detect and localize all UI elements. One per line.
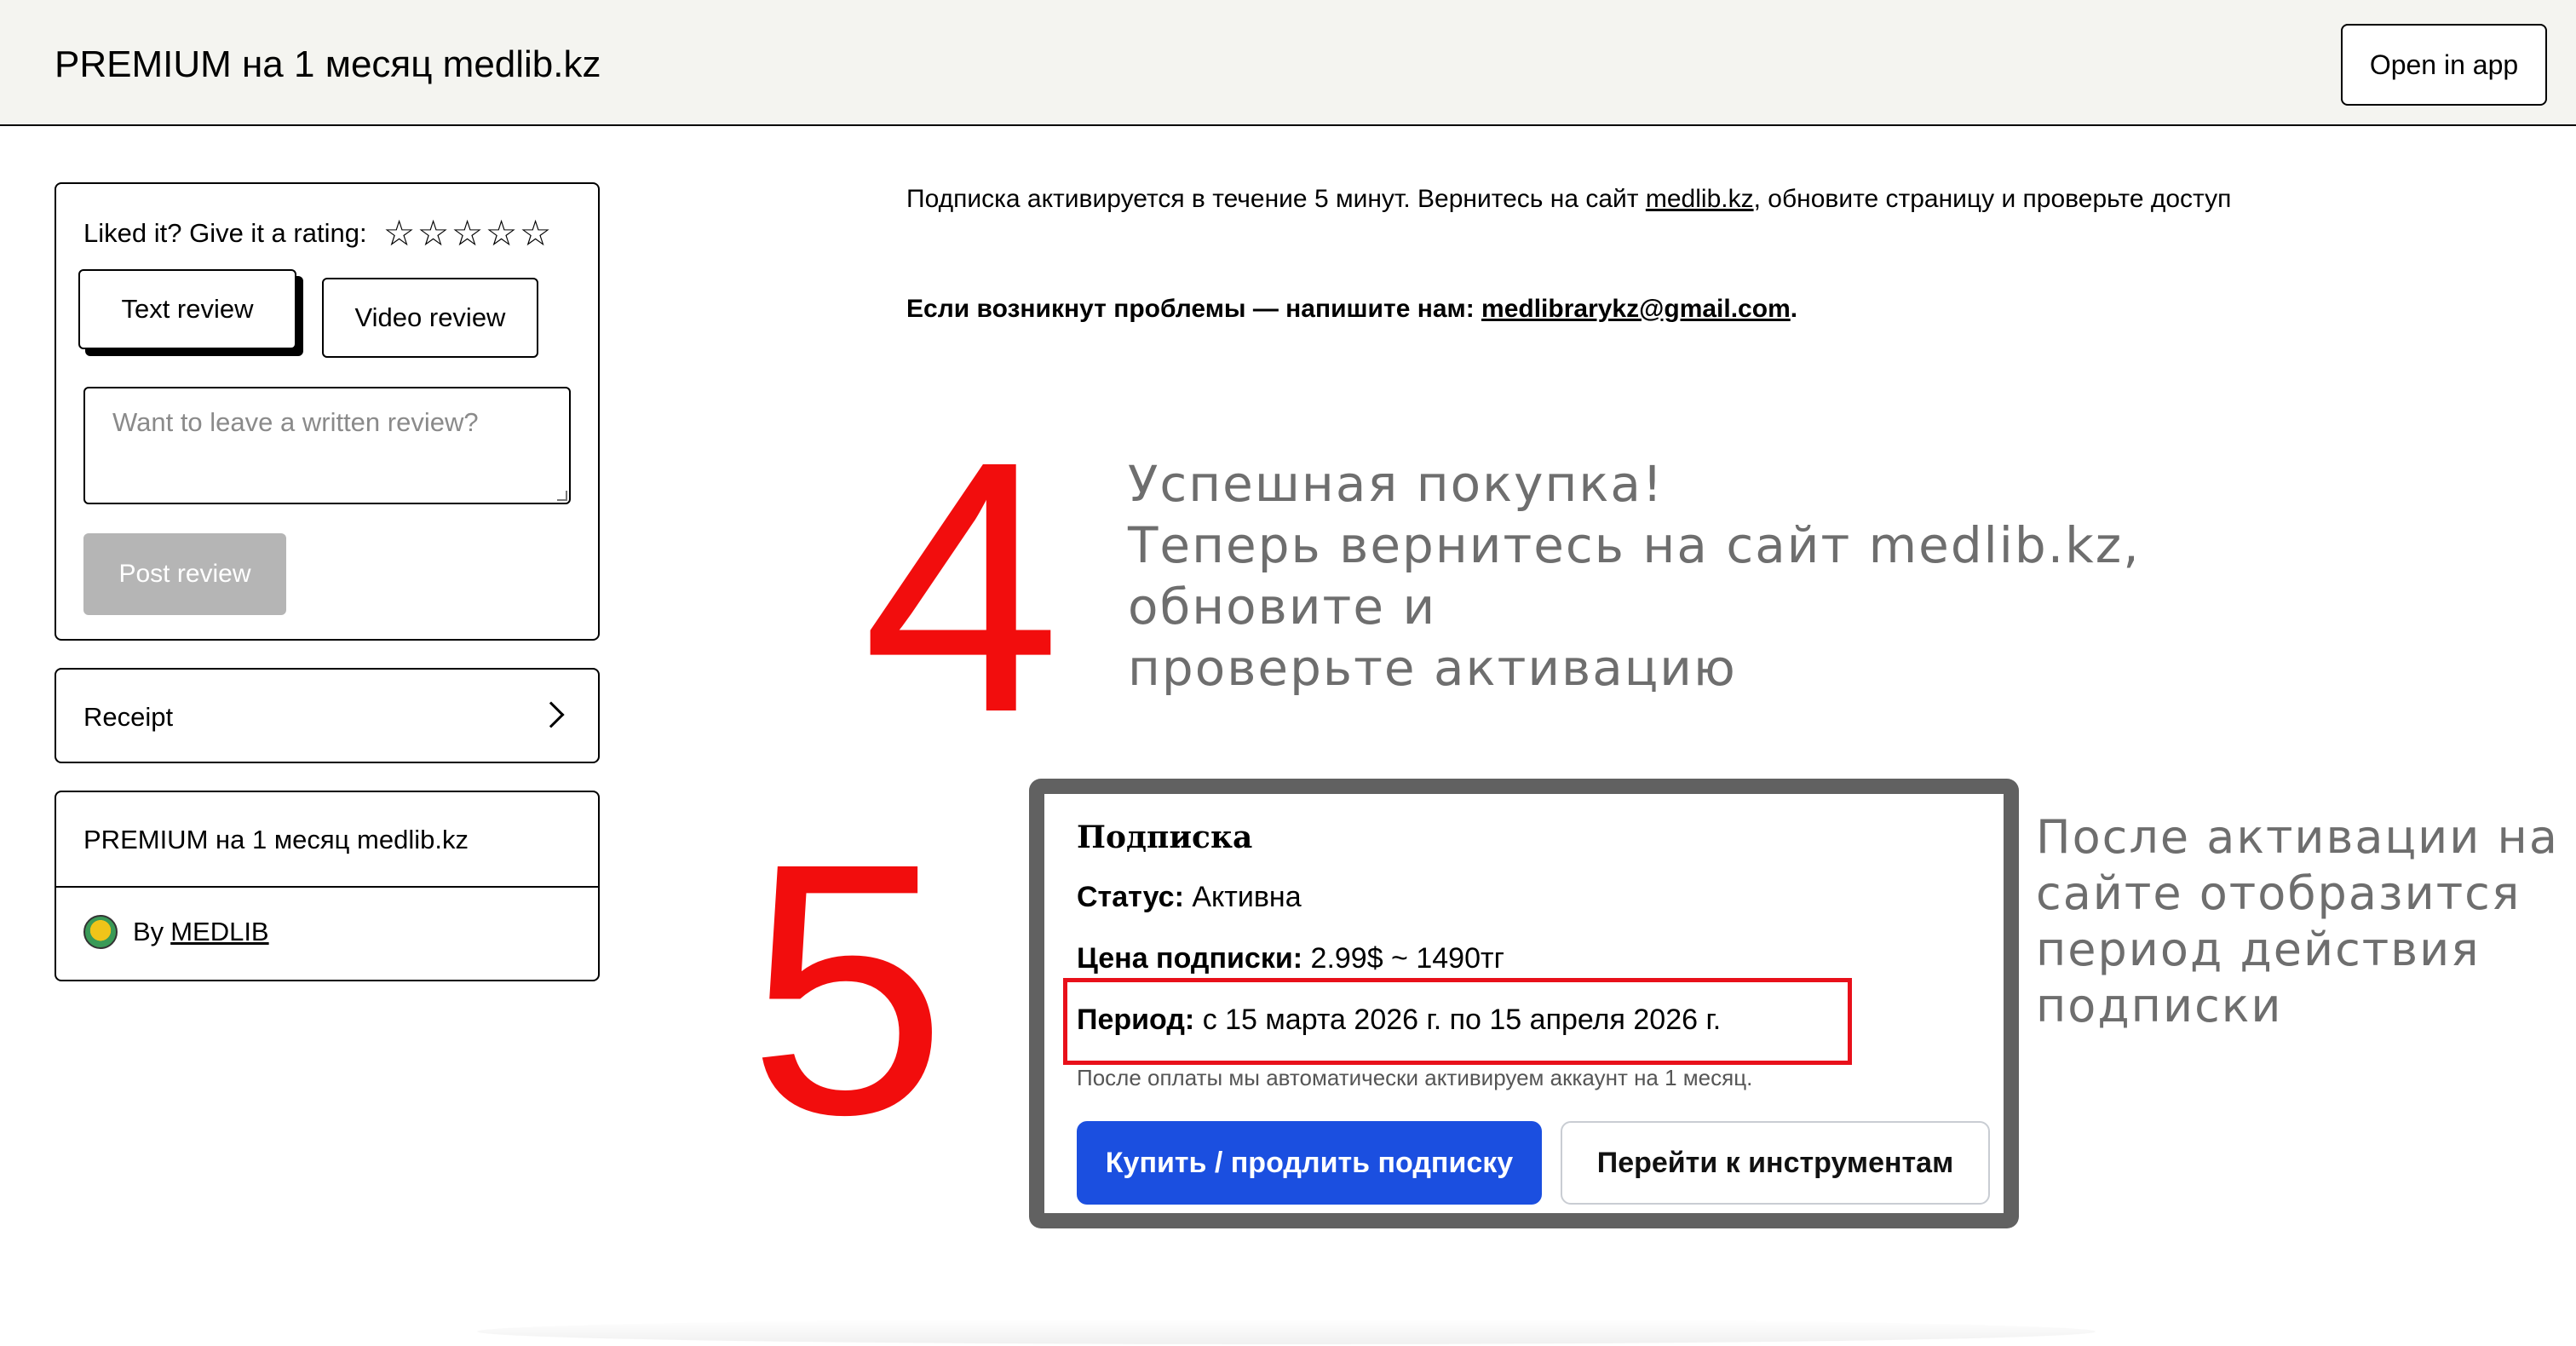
top-bar: PREMIUM на 1 месяц medlib.kz Open in app	[0, 0, 2576, 126]
seller-avatar	[83, 915, 118, 949]
video-review-tab[interactable]: Video review	[322, 278, 538, 358]
subscription-note: После оплаты мы автоматически активируем…	[1077, 1065, 1753, 1090]
star-icon[interactable]: ☆	[382, 215, 417, 252]
success-line: обновите и	[1128, 578, 1437, 636]
text-review-tab[interactable]: Text review	[78, 269, 296, 349]
subscription-panel: Подписка Статус: Активна Цена подписки: …	[1029, 779, 2019, 1228]
bottom-shadow	[477, 1319, 2096, 1344]
buy-subscription-button[interactable]: Купить / продлить подписку	[1077, 1121, 1542, 1205]
receipt-link[interactable]: Receipt	[55, 668, 600, 763]
step-4-number: 4	[862, 388, 1061, 787]
open-in-app-button[interactable]: Open in app	[2341, 24, 2547, 106]
support-suffix: .	[1790, 295, 1798, 323]
info-text-part1: Подписка активируется в течение 5 минут.…	[906, 185, 1646, 213]
success-line: Успешная покупка!	[1128, 455, 1665, 513]
star-icon[interactable]: ☆	[451, 215, 485, 252]
subscription-title: Подписка	[1077, 820, 1253, 855]
review-card: Liked it? Give it a rating: ☆ ☆ ☆ ☆ ☆ Te…	[55, 182, 600, 641]
success-line: Теперь вернитесь на сайт medlib.kz,	[1128, 516, 2141, 574]
post-review-button[interactable]: Post review	[83, 533, 286, 615]
activation-info: Подписка активируется в течение 5 минут.…	[906, 181, 2295, 218]
period-row: Период: с 15 марта 2026 г. по 15 апреля …	[1077, 1004, 1721, 1037]
info-text-part2: , обновите страницу и проверьте доступ	[1753, 185, 2232, 213]
after-activation-note: После активации на сайте отобразится пер…	[2036, 810, 2559, 1033]
product-name: PREMIUM на 1 месяц medlib.kz	[83, 825, 469, 854]
price-row: Цена подписки: 2.99$ ~ 1490тг	[1077, 942, 1504, 975]
price-value: 2.99$ ~ 1490тг	[1310, 942, 1504, 975]
status-row: Статус: Активна	[1077, 881, 1302, 914]
support-contact: Если возникнут проблемы — напишите нам: …	[906, 295, 1797, 324]
status-value: Активна	[1192, 881, 1302, 913]
seller-by-label: By	[133, 917, 164, 946]
price-label: Цена подписки:	[1077, 942, 1303, 975]
seller-link[interactable]: MEDLIB	[170, 917, 268, 947]
success-line: проверьте активацию	[1128, 639, 1737, 697]
support-prefix: Если возникнут проблемы — напишите нам:	[906, 295, 1482, 323]
receipt-label: Receipt	[83, 702, 174, 732]
rating-row: Liked it? Give it a rating: ☆ ☆ ☆ ☆ ☆	[83, 215, 553, 252]
product-title: PREMIUM на 1 месяц medlib.kz	[55, 43, 601, 85]
success-message: Успешная покупка! Теперь вернитесь на са…	[1128, 453, 2235, 699]
support-email-link[interactable]: medlibrarykz@gmail.com	[1481, 295, 1791, 323]
go-to-tools-button[interactable]: Перейти к инструментам	[1561, 1121, 1990, 1205]
product-card: PREMIUM на 1 месяц medlib.kz By MEDLIB	[55, 791, 600, 981]
star-rating: ☆ ☆ ☆ ☆ ☆	[382, 215, 553, 252]
period-label: Период:	[1077, 1004, 1195, 1036]
status-label: Статус:	[1077, 881, 1184, 913]
star-icon[interactable]: ☆	[417, 215, 451, 252]
divider	[56, 886, 598, 888]
rating-label: Liked it? Give it a rating:	[83, 218, 367, 248]
resize-grip-icon[interactable]	[557, 491, 567, 501]
seller-row: By MEDLIB	[83, 915, 269, 949]
star-icon[interactable]: ☆	[519, 215, 553, 252]
site-link[interactable]: medlib.kz	[1646, 185, 1754, 213]
star-icon[interactable]: ☆	[485, 215, 519, 252]
period-value: с 15 марта 2026 г. по 15 апреля 2026 г.	[1202, 1004, 1722, 1036]
chevron-right-icon	[538, 701, 565, 728]
step-5-number: 5	[748, 790, 947, 1189]
written-review-input[interactable]	[83, 387, 571, 504]
